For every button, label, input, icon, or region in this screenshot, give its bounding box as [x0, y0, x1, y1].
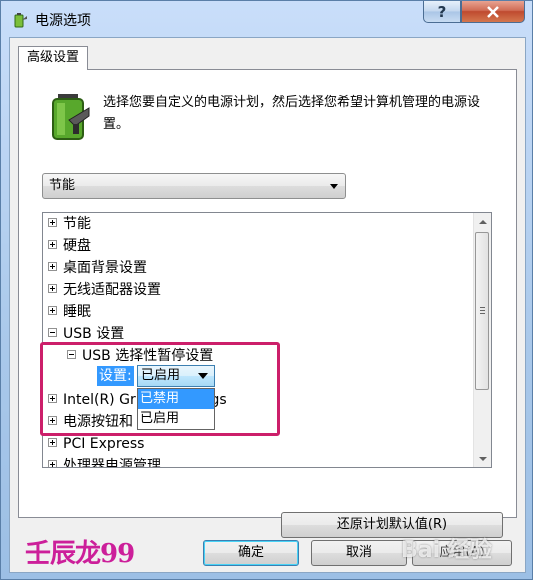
tree-item-pci-express[interactable]: PCI Express: [48, 433, 144, 455]
close-icon: [487, 5, 499, 18]
power-options-icon: [14, 13, 27, 28]
expand-plus-icon[interactable]: [48, 284, 57, 293]
scroll-down-button[interactable]: [474, 450, 491, 467]
dialog-client-area: 高级设置 选择您要自定义的电源计划，然后选择您希望计算机管理的电源设置。 节能 …: [9, 37, 526, 573]
ok-button[interactable]: 确定: [203, 540, 299, 566]
description-text: 选择您要自定义的电源计划，然后选择您希望计算机管理的电源设置。: [103, 95, 481, 132]
tree-item-energy-saving[interactable]: 节能: [48, 213, 91, 235]
scrollbar-thumb[interactable]: [475, 232, 489, 390]
cancel-button[interactable]: 取消: [311, 540, 407, 566]
tree-vertical-scrollbar[interactable]: [473, 213, 491, 467]
tab-advanced-settings[interactable]: 高级设置: [18, 46, 89, 70]
help-button[interactable]: ?: [423, 1, 461, 23]
arrow-up-icon: [478, 219, 487, 224]
expand-plus-icon[interactable]: [48, 262, 57, 271]
scroll-up-button[interactable]: [474, 213, 491, 230]
title-bar[interactable]: 电源选项 ?: [1, 1, 532, 37]
expand-plus-icon[interactable]: [48, 218, 57, 227]
close-button[interactable]: [461, 1, 525, 23]
tree-item-desktop-background[interactable]: 桌面背景设置: [48, 257, 147, 279]
tree-item-hard-disk[interactable]: 硬盘: [48, 235, 91, 257]
chevron-down-icon: [330, 184, 338, 189]
power-options-window: 电源选项 ? 高级设置 选择您要自定义的电源计划，然后选择您希望计算机管理的电源…: [0, 0, 533, 580]
annotation-highlight-box: [40, 342, 280, 436]
collapse-minus-icon[interactable]: [48, 328, 57, 337]
baidu-watermark: Bai 经验: [401, 538, 492, 563]
power-plan-select[interactable]: 节能: [42, 173, 346, 199]
expand-plus-icon[interactable]: [48, 306, 57, 315]
advanced-settings-panel: 选择您要自定义的电源计划，然后选择您希望计算机管理的电源设置。 节能 节能 硬盘…: [18, 69, 517, 538]
author-watermark: 壬辰龙99: [25, 539, 135, 569]
tree-item-wireless-adapter[interactable]: 无线适配器设置: [48, 279, 161, 301]
expand-plus-icon[interactable]: [48, 240, 57, 249]
arrow-down-icon: [478, 456, 487, 461]
tree-item-sleep[interactable]: 睡眠: [48, 301, 91, 323]
battery-icon: [52, 94, 90, 140]
expand-plus-icon[interactable]: [48, 460, 57, 467]
window-title: 电源选项: [35, 13, 91, 29]
help-icon: ?: [437, 2, 447, 21]
tree-item-processor-power[interactable]: 处理器电源管理: [48, 455, 161, 467]
power-plan-value: 节能: [49, 178, 76, 193]
expand-plus-icon[interactable]: [48, 438, 57, 447]
